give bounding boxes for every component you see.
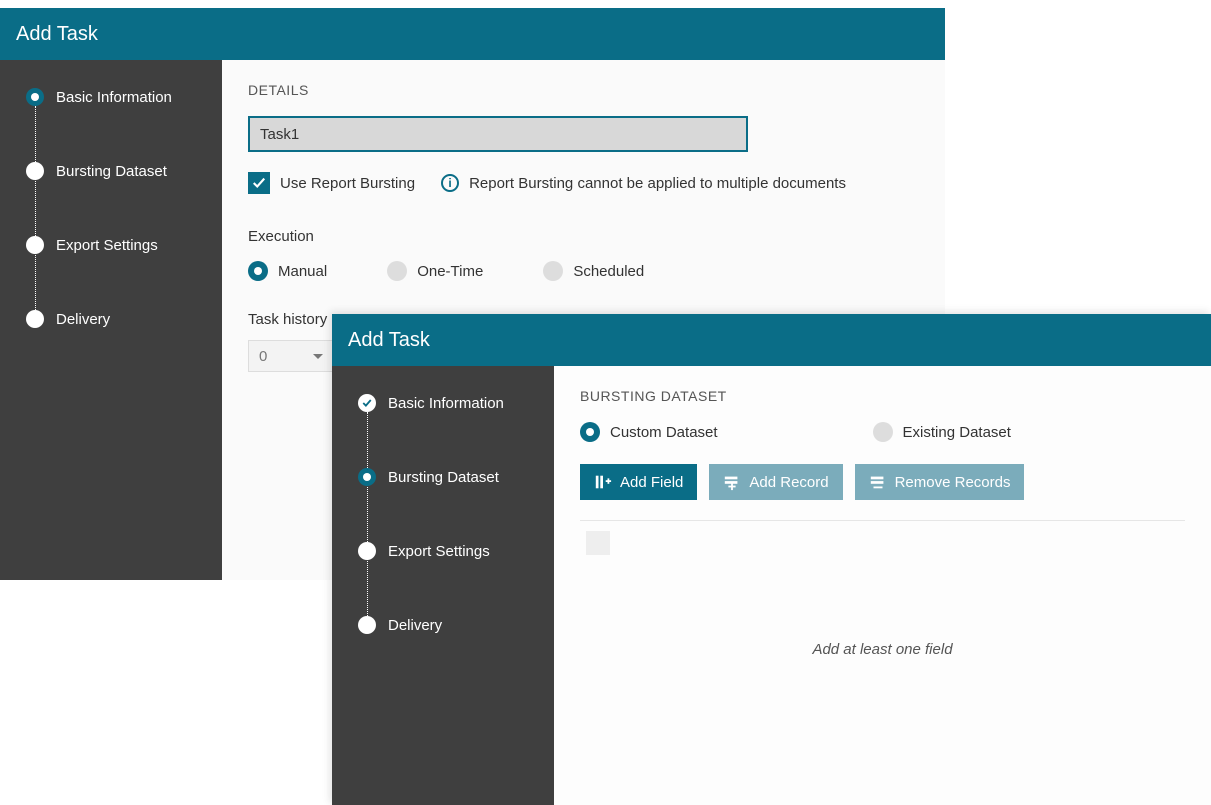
radio-label: One-Time [417,263,483,280]
wizard-step-label: Export Settings [388,543,490,560]
radio-filled-icon [26,88,44,106]
window-title-bar: Add Task [332,314,1211,366]
wizard-step-delivery[interactable]: Delivery [358,616,536,634]
circle-icon [358,542,376,560]
wizard-step-export-settings[interactable]: Export Settings [358,542,536,560]
wizard-step-export-settings[interactable]: Export Settings [26,236,204,254]
button-label: Remove Records [895,474,1011,491]
radio-label: Scheduled [573,263,644,280]
radio-on-icon [580,422,600,442]
button-label: Add Field [620,474,683,491]
check-icon [252,176,266,190]
wizard-step-delivery[interactable]: Delivery [26,310,204,328]
execution-scheduled-radio[interactable]: Scheduled [543,261,644,281]
radio-off-icon [387,261,407,281]
section-heading: BURSTING DATASET [580,388,1185,404]
section-heading: DETAILS [248,82,919,98]
task-name-input[interactable] [248,116,748,152]
window-title: Add Task [348,329,430,352]
radio-on-icon [248,261,268,281]
radio-label: Custom Dataset [610,424,718,441]
add-column-icon [594,473,612,491]
execution-manual-radio[interactable]: Manual [248,261,327,281]
wizard-step-label: Delivery [388,617,442,634]
circle-icon [26,162,44,180]
add-row-icon [723,473,741,491]
task-history-select[interactable]: 0 [248,340,334,372]
circle-icon [358,616,376,634]
chevron-down-icon [313,354,323,359]
circle-icon [26,310,44,328]
wizard-connector-line [35,106,36,318]
add-field-button[interactable]: Add Field [580,464,697,500]
bursting-dataset-panel: BURSTING DATASET Custom Dataset Existing… [554,366,1211,805]
wizard-step-label: Export Settings [56,237,158,254]
radio-off-icon [543,261,563,281]
wizard-sidebar: Basic Information Bursting Dataset Expor… [0,60,222,580]
remove-records-button[interactable]: Remove Records [855,464,1025,500]
radio-label: Manual [278,263,327,280]
use-report-bursting-label: Use Report Bursting [280,175,415,192]
wizard-step-bursting-dataset[interactable]: Bursting Dataset [26,162,204,180]
wizard-step-label: Basic Information [388,395,504,412]
grid-empty-hint: Add at least one field [580,641,1185,658]
select-value: 0 [259,348,267,365]
wizard-connector-line [367,412,368,624]
fields-grid: Add at least one field [580,520,1185,760]
wizard-sidebar: Basic Information Bursting Dataset Expor… [332,366,554,805]
bursting-info-text: Report Bursting cannot be applied to mul… [469,175,846,192]
wizard-step-basic-information[interactable]: Basic Information [358,394,536,412]
add-record-button[interactable]: Add Record [709,464,842,500]
button-label: Add Record [749,474,828,491]
use-report-bursting-checkbox[interactable] [248,172,270,194]
wizard-step-basic-information[interactable]: Basic Information [26,88,204,106]
radio-filled-icon [358,468,376,486]
existing-dataset-radio[interactable]: Existing Dataset [873,422,1011,442]
window-title-bar: Add Task [0,8,945,60]
radio-off-icon [873,422,893,442]
grid-select-all-cell[interactable] [586,531,610,555]
wizard-step-label: Bursting Dataset [388,469,499,486]
remove-row-icon [869,473,887,491]
wizard-step-label: Basic Information [56,89,172,106]
execution-onetime-radio[interactable]: One-Time [387,261,483,281]
window-title: Add Task [16,23,98,46]
check-circle-icon [358,394,376,412]
radio-label: Existing Dataset [903,424,1011,441]
wizard-step-label: Delivery [56,311,110,328]
circle-icon [26,236,44,254]
wizard-step-bursting-dataset[interactable]: Bursting Dataset [358,468,536,486]
custom-dataset-radio[interactable]: Custom Dataset [580,422,718,442]
add-task-window-bursting: Add Task Basic Information Bursting Data… [332,314,1211,805]
info-icon: i [441,174,459,192]
wizard-step-label: Bursting Dataset [56,163,167,180]
execution-heading: Execution [248,228,919,245]
